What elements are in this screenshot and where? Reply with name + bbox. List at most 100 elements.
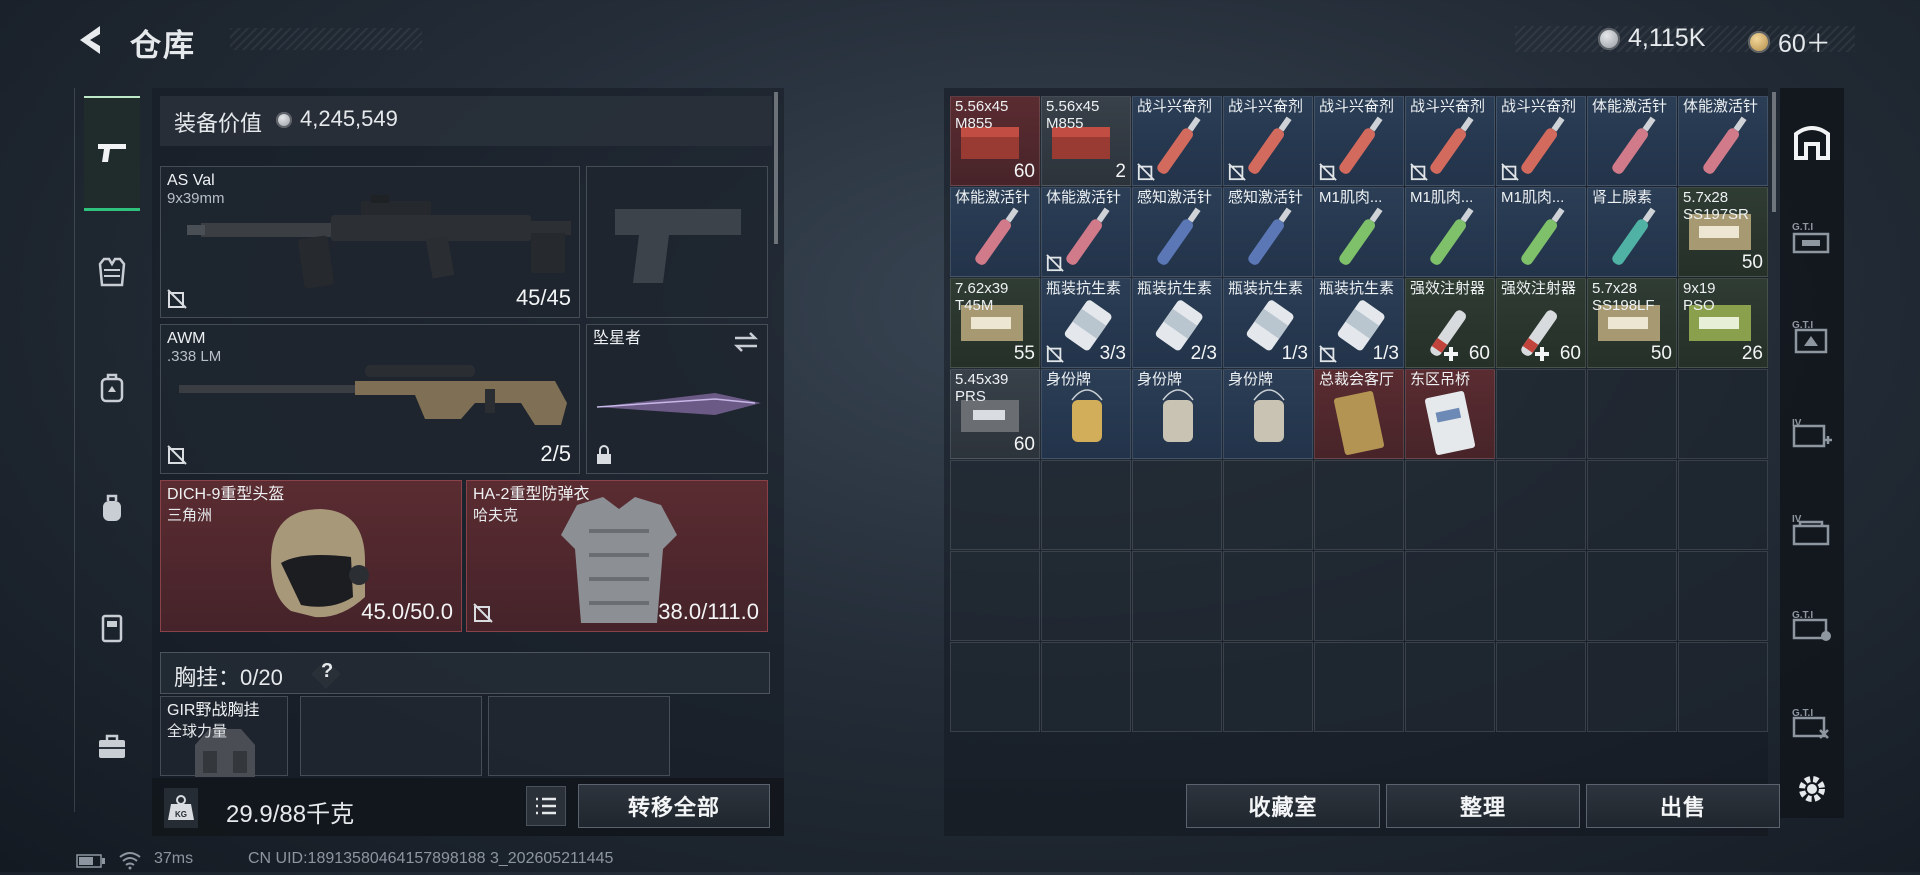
stash-cell-empty[interactable] <box>1223 642 1313 732</box>
help-icon[interactable]: ? <box>321 660 333 683</box>
pouch-icon[interactable] <box>96 492 128 524</box>
transfer-all-button[interactable]: 转移全部 <box>578 784 770 828</box>
stash-item[interactable]: M1肌肉... <box>1496 187 1586 277</box>
stash-tab-3-icon[interactable]: IV <box>1790 414 1834 452</box>
currency-silver[interactable]: 4,115K <box>1598 24 1705 53</box>
stash-item[interactable]: 感知激活针 <box>1223 187 1313 277</box>
currency-gold[interactable]: 60＋ <box>1748 24 1831 60</box>
stash-item[interactable]: 体能激活针 <box>1678 96 1768 186</box>
stash-item[interactable]: 9x19 PSO 26 <box>1678 278 1768 368</box>
back-arrow-icon[interactable] <box>74 22 114 58</box>
stash-cell-empty[interactable] <box>1132 642 1222 732</box>
stash-tab-2-icon[interactable]: G.T.I <box>1790 316 1834 354</box>
pistol-slot[interactable] <box>586 166 768 318</box>
stash-item[interactable]: 5.7x28 SS197SR 50 <box>1678 187 1768 277</box>
stash-item[interactable]: 体能激活针 <box>1041 187 1131 277</box>
stash-item[interactable]: 5.56x45 M855 60 <box>950 96 1040 186</box>
settings-gear-icon[interactable] <box>1790 770 1834 808</box>
stash-item[interactable]: 战斗兴奋剂 <box>1223 96 1313 186</box>
rig-cell-empty[interactable] <box>300 696 482 776</box>
swap-icon[interactable] <box>733 331 759 353</box>
sort-button[interactable]: 整理 <box>1386 784 1580 828</box>
stash-cell-empty[interactable] <box>1405 551 1495 641</box>
stash-item[interactable]: 体能激活针 <box>1587 96 1677 186</box>
equipment-scrollbar[interactable] <box>774 92 778 244</box>
stash-item[interactable]: 感知激活针 <box>1132 187 1222 277</box>
helmet-slot[interactable]: DICH-9重型头盔 三角洲 45.0/50.0 <box>160 480 462 632</box>
stash-cell-empty[interactable] <box>1496 551 1586 641</box>
stash-cell-empty[interactable] <box>1405 642 1495 732</box>
item-count: 50 <box>1741 252 1763 273</box>
collection-room-button[interactable]: 收藏室 <box>1186 784 1380 828</box>
pistol-icon[interactable] <box>96 136 128 168</box>
list-view-button[interactable] <box>526 786 566 826</box>
stash-tab-6-icon[interactable]: G.T.I <box>1790 704 1834 742</box>
stash-item[interactable]: 体能激活针 <box>950 187 1040 277</box>
stash-cell-empty[interactable] <box>950 642 1040 732</box>
stash-cell-empty[interactable] <box>1132 551 1222 641</box>
stash-item[interactable]: 7.62x39 T45M 55 <box>950 278 1040 368</box>
stash-cell-empty[interactable] <box>1587 551 1677 641</box>
stash-item[interactable]: 瓶装抗生素 2/3 <box>1132 278 1222 368</box>
stash-item[interactable]: M1肌肉... <box>1405 187 1495 277</box>
stash-cell-empty[interactable] <box>1496 369 1586 459</box>
stash-cell-empty[interactable] <box>1132 460 1222 550</box>
stash-item[interactable]: 5.45x39 PRS 60 <box>950 369 1040 459</box>
stash-cell-empty[interactable] <box>1587 460 1677 550</box>
melee-name: 坠星者 <box>593 330 642 347</box>
stash-tab-4-icon[interactable]: IV <box>1790 510 1834 548</box>
stash-cell-empty[interactable] <box>1496 460 1586 550</box>
stash-item[interactable]: 战斗兴奋剂 <box>1405 96 1495 186</box>
stash-item[interactable]: 身份牌 <box>1132 369 1222 459</box>
primary-weapon-slot-1[interactable]: AS Val 9x39mm 45/45 <box>160 166 580 318</box>
armor-slot[interactable]: HA-2重型防弹衣 哈夫克 38.0/111.0 <box>466 480 768 632</box>
stash-item[interactable]: 瓶装抗生素 1/3 <box>1223 278 1313 368</box>
stash-item[interactable]: 身份牌 <box>1041 369 1131 459</box>
stash-cell-empty[interactable] <box>1314 642 1404 732</box>
stash-cell-empty[interactable] <box>1678 551 1768 641</box>
chest-rig-slot[interactable]: GIR野战胸挂 全球力量 <box>160 696 288 777</box>
stash-tab-5-icon[interactable]: G.T.I <box>1790 606 1834 644</box>
backpack-icon[interactable] <box>96 372 128 404</box>
stash-cell-empty[interactable] <box>1587 369 1677 459</box>
stash-cell-empty[interactable] <box>1041 642 1131 732</box>
primary-weapon-slot-2[interactable]: AWM .338 LM 2/5 <box>160 324 580 474</box>
melee-slot[interactable]: 坠星者 <box>586 324 768 474</box>
stash-cell-empty[interactable] <box>1405 460 1495 550</box>
stash-cell-empty[interactable] <box>1496 642 1586 732</box>
stash-item[interactable]: 肾上腺素 <box>1587 187 1677 277</box>
stash-item[interactable]: 战斗兴奋剂 <box>1496 96 1586 186</box>
stash-item[interactable]: 5.56x45 M855 2 <box>1041 96 1131 186</box>
stash-cell-empty[interactable] <box>950 551 1040 641</box>
stash-item[interactable]: 瓶装抗生素 3/3 <box>1041 278 1131 368</box>
stash-item[interactable]: M1肌肉... <box>1314 187 1404 277</box>
stash-cell-empty[interactable] <box>1587 642 1677 732</box>
case-icon[interactable] <box>96 612 128 644</box>
stash-item[interactable]: 东区吊桥 <box>1405 369 1495 459</box>
stash-cell-empty[interactable] <box>1314 551 1404 641</box>
rig-cell-empty[interactable] <box>488 696 670 776</box>
stash-cell-empty[interactable] <box>950 460 1040 550</box>
stash-home-icon[interactable] <box>1790 122 1834 160</box>
stash-item[interactable]: 战斗兴奋剂 <box>1132 96 1222 186</box>
sell-button[interactable]: 出售 <box>1586 784 1780 828</box>
stash-cell-empty[interactable] <box>1041 460 1131 550</box>
stash-item[interactable]: 总裁会客厅 <box>1314 369 1404 459</box>
stash-item[interactable]: 5.7x28 SS198LF 50 <box>1587 278 1677 368</box>
stash-item[interactable]: 强效注射器 60 <box>1496 278 1586 368</box>
stash-cell-empty[interactable] <box>1314 460 1404 550</box>
stash-cell-empty[interactable] <box>1223 551 1313 641</box>
vest-icon[interactable] <box>96 256 128 288</box>
stash-cell-empty[interactable] <box>1041 551 1131 641</box>
stash-cell-empty[interactable] <box>1223 460 1313 550</box>
stash-scrollbar[interactable] <box>1772 92 1776 212</box>
stash-cell-empty[interactable] <box>1678 460 1768 550</box>
stash-cell-empty[interactable] <box>1678 642 1768 732</box>
stash-cell-empty[interactable] <box>1678 369 1768 459</box>
stash-item[interactable]: 身份牌 <box>1223 369 1313 459</box>
stash-item[interactable]: 瓶装抗生素 1/3 <box>1314 278 1404 368</box>
stash-tab-1-icon[interactable]: G.T.I <box>1790 218 1834 256</box>
stash-item[interactable]: 战斗兴奋剂 <box>1314 96 1404 186</box>
stash-item[interactable]: 强效注射器 60 <box>1405 278 1495 368</box>
toolbox-icon[interactable] <box>96 730 128 762</box>
